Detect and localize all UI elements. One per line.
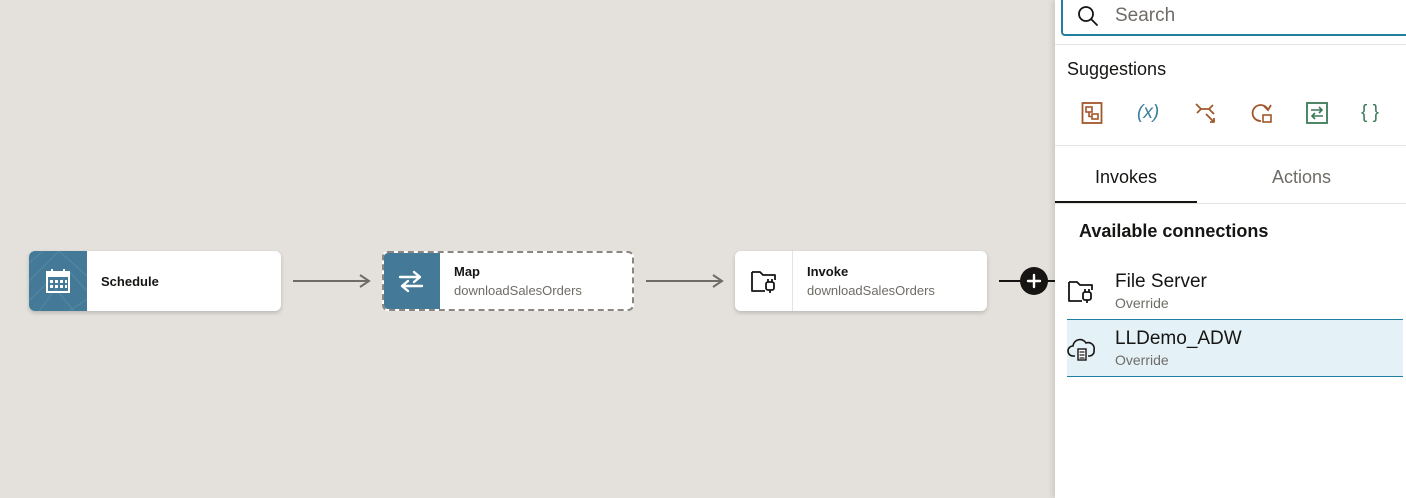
suggestion-for-each[interactable]: [1249, 98, 1305, 128]
suggestion-assign[interactable]: [1081, 98, 1137, 128]
panel-tabs: Invokes Actions: [1055, 150, 1406, 204]
integration-canvas[interactable]: Schedule Map downloadSalesOrders Invoke …: [0, 0, 1055, 498]
available-connections-title: Available connections: [1079, 221, 1269, 241]
invoke-node[interactable]: Invoke downloadSalesOrders: [735, 251, 987, 311]
divider: [1055, 203, 1406, 204]
divider: [1055, 44, 1406, 45]
node-title: Invoke: [807, 264, 849, 279]
node-subtitle: downloadSalesOrders: [807, 283, 935, 298]
connector-arrow: [646, 274, 724, 288]
connection-name: LLDemo_ADW: [1115, 328, 1242, 349]
add-connector-line: [999, 280, 1021, 282]
search-input[interactable]: [1115, 5, 1375, 27]
suggestion-json[interactable]: { }: [1361, 98, 1406, 128]
plus-icon: [1026, 273, 1042, 289]
suggestions-title: Suggestions: [1067, 59, 1167, 79]
connection-item-selected[interactable]: LLDemo_ADW Override: [1067, 319, 1403, 377]
search-box[interactable]: [1061, 0, 1406, 36]
add-connector-line: [1047, 280, 1055, 282]
suggestion-map[interactable]: [1305, 98, 1361, 128]
swap-arrows-icon: [398, 270, 424, 293]
connection-name: File Server: [1115, 271, 1207, 292]
assign-icon: [1081, 102, 1103, 124]
schedule-node[interactable]: Schedule: [29, 251, 281, 311]
connection-subtitle: Override: [1115, 352, 1169, 368]
suggestion-variable[interactable]: (x): [1137, 98, 1193, 128]
add-action-button[interactable]: [1020, 267, 1048, 295]
map-icon-box: [384, 253, 440, 309]
map-icon: [1306, 102, 1328, 124]
node-subtitle: downloadSalesOrders: [454, 283, 582, 298]
connection-subtitle: Override: [1115, 295, 1169, 311]
divider: [1055, 145, 1406, 146]
node-title: Map: [454, 264, 480, 279]
tab-invokes[interactable]: Invokes: [1055, 150, 1197, 204]
switch-icon: [1195, 103, 1215, 123]
suggestions-list: (x) { }: [1081, 98, 1406, 128]
cloud-database-icon: [1067, 338, 1095, 361]
action-palette-panel: Suggestions (x): [1055, 0, 1406, 498]
invoke-icon-box: [735, 251, 793, 311]
for-each-icon: [1251, 104, 1272, 123]
node-title: Schedule: [101, 273, 159, 289]
connection-item[interactable]: File Server Override: [1067, 262, 1403, 320]
folder-plug-icon: [1068, 281, 1093, 303]
schedule-icon-box: [29, 251, 87, 311]
connector-arrow: [293, 274, 371, 288]
map-node[interactable]: Map downloadSalesOrders: [382, 251, 634, 311]
folder-plug-icon: [750, 271, 776, 293]
variable-icon: (x): [1137, 102, 1160, 123]
search-icon: [1078, 6, 1098, 26]
json-icon: { }: [1361, 102, 1379, 123]
suggestion-switch[interactable]: [1193, 98, 1249, 128]
tab-actions[interactable]: Actions: [1197, 150, 1406, 204]
calendar-icon: [46, 269, 70, 293]
